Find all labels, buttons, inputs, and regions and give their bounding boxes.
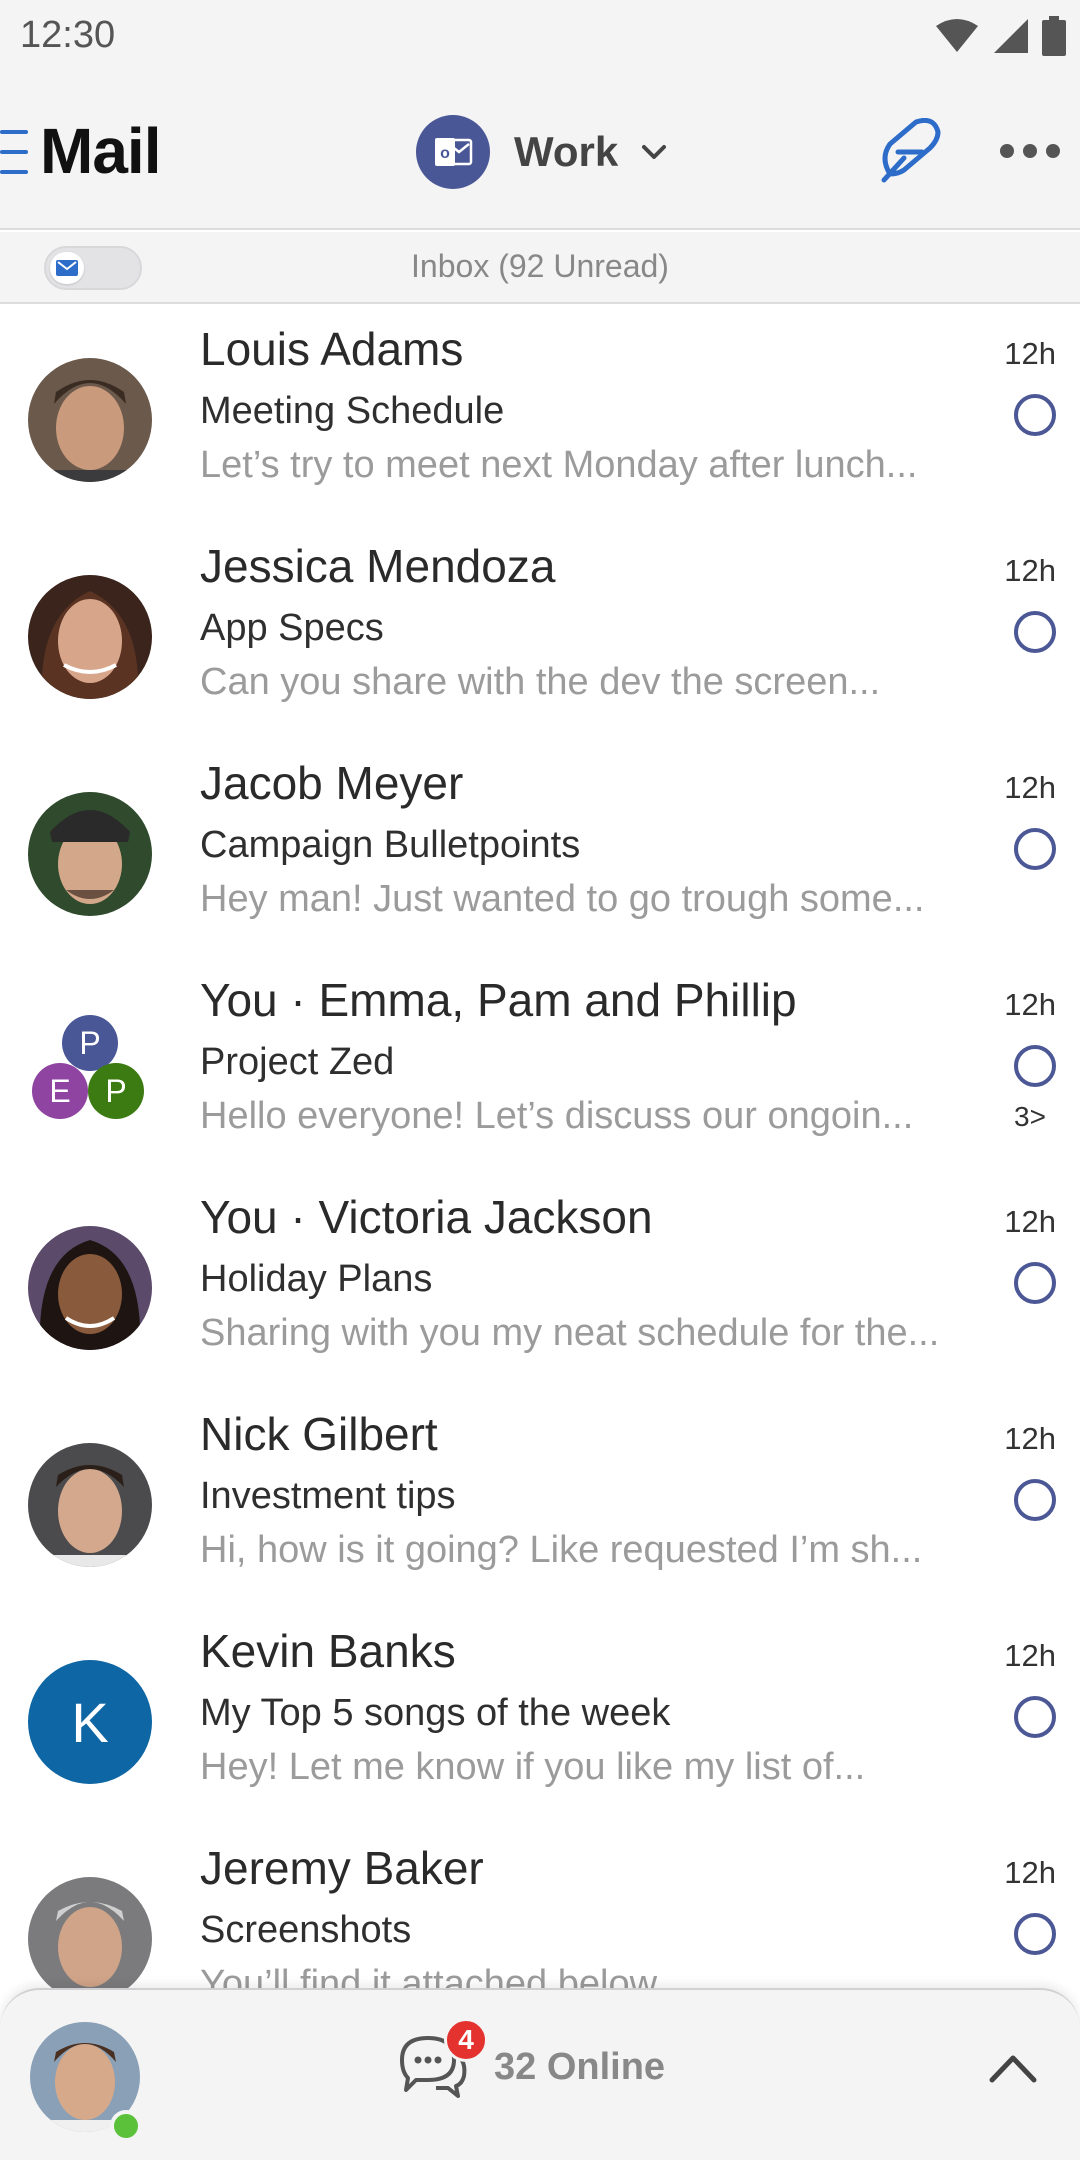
mail-time: 12h [1004, 1638, 1056, 1673]
unread-circle-icon[interactable] [1014, 1913, 1056, 1955]
unread-circle-icon[interactable] [1014, 1696, 1056, 1738]
group-avatar: P E P [28, 1009, 152, 1133]
unread-circle-icon[interactable] [1014, 1262, 1056, 1304]
mail-preview: Sharing with you my neat schedule for th… [200, 1312, 940, 1354]
avatar [28, 1877, 152, 1988]
mail-sender: You · Emma, Pam and Phillip [200, 974, 797, 1026]
status-time: 12:30 [20, 14, 116, 56]
chat-badge: 4 [444, 2018, 488, 2062]
mail-subject: Investment tips [200, 1475, 456, 1517]
inbox-label: Inbox (92 Unread) [411, 248, 669, 284]
account-switcher[interactable]: o Work [416, 114, 668, 190]
mail-item[interactable]: Louis Adams Meeting Schedule Let’s try t… [0, 306, 1080, 523]
mail-subject: Meeting Schedule [200, 390, 505, 432]
mail-sender: Jessica Mendoza [200, 540, 556, 592]
mail-list: Louis Adams Meeting Schedule Let’s try t… [0, 306, 1080, 1988]
signal-icon [994, 19, 1028, 53]
avatar [28, 575, 152, 699]
mail-sender: You · Victoria Jackson [200, 1191, 653, 1243]
online-count[interactable]: 32 Online [494, 2046, 665, 2089]
mail-time: 12h [1004, 336, 1056, 371]
mail-sender: Louis Adams [200, 323, 464, 375]
unread-circle-icon[interactable] [1014, 828, 1056, 870]
avatar [28, 1226, 152, 1350]
avatar [28, 1443, 152, 1567]
mail-subject: Project Zed [200, 1041, 395, 1083]
unread-circle-icon[interactable] [1014, 1045, 1056, 1087]
group-member-initial: P [88, 1063, 144, 1119]
mail-preview: Can you share with the dev the screen... [200, 661, 881, 703]
mail-subject: Screenshots [200, 1909, 412, 1951]
account-name: Work [514, 128, 619, 175]
mail-preview: Let’s try to meet next Monday after lunc… [200, 444, 918, 486]
mail-sender: Jeremy Baker [200, 1842, 484, 1894]
unread-circle-icon[interactable] [1014, 611, 1056, 653]
page-title: Mail [40, 115, 161, 187]
avatar [28, 358, 152, 482]
mail-time: 12h [1004, 987, 1056, 1022]
mail-time: 12h [1004, 770, 1056, 805]
mail-preview: Hey man! Just wanted to go trough some..… [200, 878, 925, 920]
outlook-icon: o [416, 115, 490, 189]
more-icon[interactable] [1000, 144, 1060, 160]
chevron-up-icon[interactable] [988, 2048, 1038, 2088]
mail-time: 12h [1004, 1855, 1056, 1890]
mail-preview: Hi, how is it going? Like requested I’m … [200, 1529, 923, 1571]
mail-icon [50, 252, 84, 284]
mail-sender: Kevin Banks [200, 1625, 456, 1677]
status-bar: 12:30 [0, 0, 1080, 74]
compose-icon[interactable] [876, 118, 942, 184]
thread-count[interactable]: 3> [1014, 1101, 1046, 1133]
mail-subject: Holiday Plans [200, 1258, 433, 1300]
unread-circle-icon[interactable] [1014, 394, 1056, 436]
mail-item[interactable]: Jeremy Baker Screenshots You’ll find it … [0, 1825, 1080, 1988]
mail-preview: Hey! Let me know if you like my list of.… [200, 1746, 866, 1788]
chevron-down-icon [642, 145, 667, 159]
online-status-icon [110, 2110, 142, 2142]
focused-inbox-toggle[interactable] [44, 246, 142, 290]
mail-item[interactable]: K Kevin Banks My Top 5 songs of the week… [0, 1608, 1080, 1825]
hamburger-icon[interactable] [0, 130, 30, 174]
group-member-initial: E [32, 1063, 88, 1119]
mail-sender: Nick Gilbert [200, 1408, 438, 1460]
avatar [28, 792, 152, 916]
mail-item[interactable]: P E P You · Emma, Pam and Phillip Projec… [0, 957, 1080, 1174]
bottom-bar: 4 32 Online [0, 1988, 1080, 2160]
mail-item[interactable]: Jacob Meyer Campaign Bulletpoints Hey ma… [0, 740, 1080, 957]
mail-time: 12h [1004, 1204, 1056, 1239]
battery-icon [1042, 16, 1066, 56]
wifi-icon [936, 19, 978, 52]
svg-text:o: o [440, 145, 450, 162]
mail-time: 12h [1004, 553, 1056, 588]
mail-item[interactable]: Nick Gilbert Investment tips Hi, how is … [0, 1391, 1080, 1608]
mail-item[interactable]: You · Victoria Jackson Holiday Plans Sha… [0, 1174, 1080, 1391]
avatar-initial: K [28, 1660, 152, 1784]
inbox-bar: Inbox (92 Unread) [0, 232, 1080, 304]
status-icons [934, 16, 1066, 56]
mail-subject: Campaign Bulletpoints [200, 824, 581, 866]
mail-preview: Hello everyone! Let’s discuss our ongoin… [200, 1095, 914, 1137]
mail-sender: Jacob Meyer [200, 757, 464, 809]
mail-time: 12h [1004, 1421, 1056, 1456]
app-header: Mail o Work [0, 74, 1080, 230]
mail-subject: App Specs [200, 607, 384, 649]
mail-item[interactable]: Jessica Mendoza App Specs Can you share … [0, 523, 1080, 740]
unread-circle-icon[interactable] [1014, 1479, 1056, 1521]
mail-preview: You’ll find it attached below... [200, 1963, 687, 1988]
mail-subject: My Top 5 songs of the week [200, 1692, 671, 1734]
